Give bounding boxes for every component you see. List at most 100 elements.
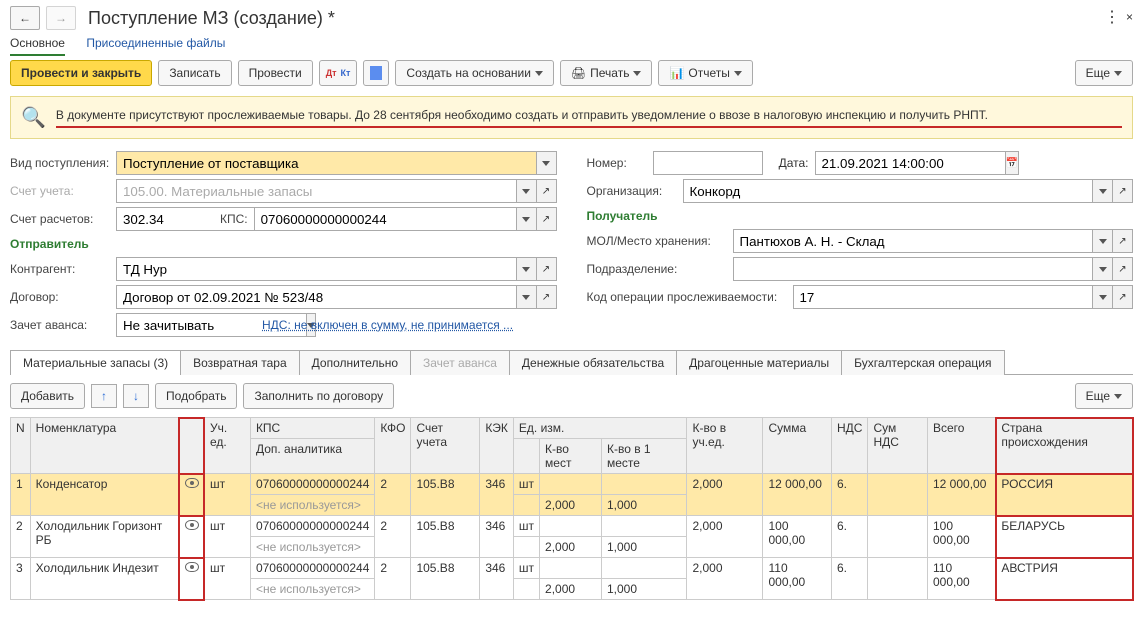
notice-text: В документе присутствуют прослеживаемые … [56, 108, 1122, 128]
date-input[interactable] [815, 151, 1006, 175]
trace-notice-icon: 🔍 [21, 105, 46, 130]
page-title: Поступление МЗ (создание) * [88, 8, 335, 29]
toptab-main[interactable]: Основное [10, 36, 65, 56]
open-button[interactable]: ↗ [537, 207, 557, 231]
receipt-type-input[interactable] [116, 151, 537, 175]
col-vat: НДС [831, 418, 867, 474]
section-sender: Отправитель [10, 237, 557, 251]
col-country: Страна происхождения [996, 418, 1133, 474]
tab-additional[interactable]: Дополнительно [299, 350, 411, 375]
caret-icon [734, 71, 742, 76]
col-qtyplaces: К-во мест [540, 439, 602, 474]
col-n: N [11, 418, 31, 474]
number-input[interactable] [653, 151, 763, 175]
move-up-button[interactable]: ↑ [91, 384, 117, 408]
print-button[interactable]: 🖨 Печать [560, 60, 653, 86]
more2-button[interactable]: Еще [1075, 383, 1133, 409]
col-qtyunit: К-во в уч.ед. [687, 418, 763, 474]
calendar-button[interactable]: 📅 [1006, 151, 1019, 175]
save-button[interactable]: Записать [158, 60, 231, 86]
dropdown-button[interactable] [517, 285, 537, 309]
tab-tare[interactable]: Возвратная тара [180, 350, 300, 375]
lbl-organization: Организация: [587, 184, 677, 198]
section-receiver: Получатель [587, 209, 1134, 223]
col-account: Счет учета [411, 418, 480, 474]
account-input [116, 179, 517, 203]
form-icon-button[interactable] [363, 60, 389, 86]
items-grid[interactable]: N Номенклатура Уч. ед. КПС КФО Счет учет… [10, 417, 1133, 600]
lbl-mol: МОЛ/Место хранения: [587, 234, 727, 248]
open-button[interactable]: ↗ [1113, 229, 1133, 253]
create-from-button[interactable]: Создать на основании [395, 60, 554, 86]
vat-link[interactable]: НДС: не включен в сумму, не принимается … [262, 318, 513, 332]
organization-input[interactable] [683, 179, 1094, 203]
dtkt-icon-button[interactable]: ДтКт [319, 60, 358, 86]
subdivision-input[interactable] [733, 257, 1094, 281]
nav-fwd-button[interactable]: → [46, 6, 76, 30]
dropdown-button[interactable] [517, 257, 537, 281]
lbl-number: Номер: [587, 156, 647, 170]
col-qtyinplace: К-во в 1 месте [601, 439, 687, 474]
open-button[interactable]: ↗ [537, 257, 557, 281]
toptab-files[interactable]: Присоединенные файлы [86, 36, 225, 50]
lbl-settle-account: Счет расчетов: [10, 212, 110, 226]
dropdown-button[interactable] [1093, 179, 1113, 203]
col-measure2 [513, 439, 539, 474]
lbl-trace-code: Код операции прослеживаемости: [587, 290, 787, 304]
col-vatsum: Сум НДС [868, 418, 928, 474]
col-kfo: КФО [375, 418, 411, 474]
tab-precious[interactable]: Драгоценные материалы [676, 350, 842, 375]
dropdown-button[interactable] [1093, 229, 1113, 253]
move-down-button[interactable]: ↓ [123, 384, 149, 408]
dropdown-button[interactable] [517, 179, 537, 203]
notice-banner: 🔍 В документе присутствуют прослеживаемы… [10, 96, 1133, 139]
col-measure: Ед. изм. [513, 418, 687, 439]
lbl-account: Счет учета: [10, 184, 110, 198]
open-button[interactable]: ↗ [537, 285, 557, 309]
more-button[interactable]: Еще [1075, 60, 1133, 86]
col-sum: Сумма [763, 418, 831, 474]
dropdown-button[interactable] [537, 151, 557, 175]
lbl-contract: Договор: [10, 290, 110, 304]
post-button[interactable]: Провести [238, 60, 313, 86]
col-trace-icon [179, 418, 204, 474]
kps-input[interactable] [254, 207, 517, 231]
post-close-button[interactable]: Провести и закрыть [10, 60, 152, 86]
add-button[interactable]: Добавить [10, 383, 85, 409]
tab-materials[interactable]: Материальные запасы (3) [10, 350, 181, 375]
kebab-icon[interactable]: ⋮ [1104, 10, 1120, 26]
col-nomen: Номенклатура [30, 418, 179, 474]
open-button[interactable]: ↗ [1113, 179, 1133, 203]
reports-button[interactable]: 📊 Отчеты [658, 60, 752, 86]
mol-input[interactable] [733, 229, 1094, 253]
open-button[interactable]: ↗ [537, 179, 557, 203]
col-total: Всего [928, 418, 996, 474]
nav-back-button[interactable]: ← [10, 6, 40, 30]
lbl-subdivision: Подразделение: [587, 262, 727, 276]
col-kek: КЭК [480, 418, 514, 474]
table-row[interactable]: 2 Холодильник Горизонт РБ шт 07060000000… [11, 516, 1133, 537]
dropdown-button[interactable] [517, 207, 537, 231]
caret-icon [633, 71, 641, 76]
dropdown-button[interactable] [1093, 257, 1113, 281]
form-icon [370, 66, 382, 80]
counterparty-input[interactable] [116, 257, 517, 281]
trace-eye-icon [185, 562, 199, 572]
tab-obligations[interactable]: Денежные обязательства [509, 350, 677, 375]
contract-input[interactable] [116, 285, 517, 309]
open-button[interactable]: ↗ [1113, 285, 1133, 309]
tab-advance: Зачет аванса [410, 350, 510, 375]
col-kps: КПС [250, 418, 374, 439]
pick-button[interactable]: Подобрать [155, 383, 237, 409]
col-dopanal: Доп. аналитика [250, 439, 374, 474]
close-icon[interactable]: × [1126, 10, 1133, 26]
lbl-counterparty: Контрагент: [10, 262, 110, 276]
fill-contract-button[interactable]: Заполнить по договору [243, 383, 394, 409]
open-button[interactable]: ↗ [1113, 257, 1133, 281]
dropdown-button[interactable] [1093, 285, 1113, 309]
table-row[interactable]: 1 Конденсатор шт 07060000000000244 2 105… [11, 474, 1133, 495]
table-row[interactable]: 3 Холодильник Индезит шт 070600000000002… [11, 558, 1133, 579]
caret-icon [1114, 71, 1122, 76]
trace-code-input[interactable] [793, 285, 1094, 309]
tab-accounting[interactable]: Бухгалтерская операция [841, 350, 1004, 375]
